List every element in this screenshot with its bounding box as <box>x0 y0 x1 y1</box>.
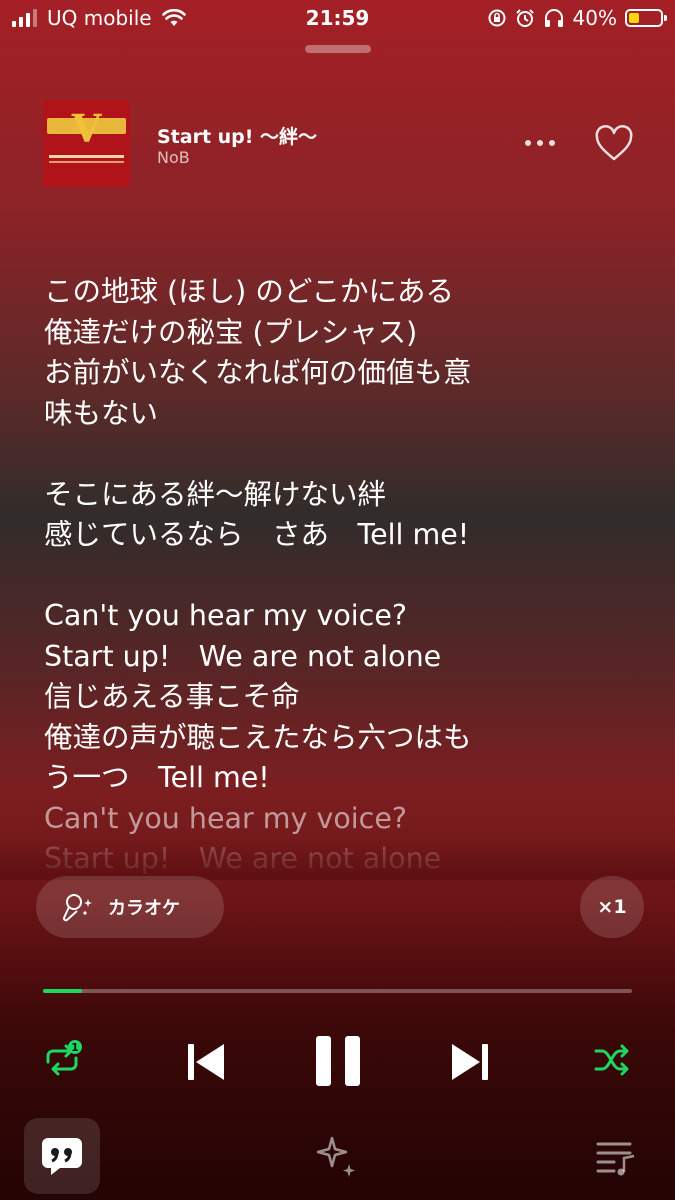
lyric-line[interactable]: 信じあえる事こそ命 <box>44 677 644 718</box>
skip-next-icon <box>452 1044 488 1080</box>
sparkle-icon[interactable] <box>312 1132 362 1182</box>
status-bar: UQ mobile 21:59 40% <box>0 0 675 40</box>
album-cover[interactable]: V <box>43 100 130 187</box>
lyrics-fade <box>0 840 675 880</box>
repeat-icon: 1 <box>46 1040 82 1076</box>
karaoke-button[interactable]: カラオケ <box>36 876 224 938</box>
queue-icon[interactable] <box>594 1134 638 1178</box>
lyric-line[interactable]: この地球 (ほし) のどこかにある <box>44 272 644 313</box>
progress-played <box>43 989 82 993</box>
repeat-badge: 1 <box>71 1041 79 1054</box>
karaoke-label: カラオケ <box>108 898 180 919</box>
skip-previous-icon <box>188 1044 224 1080</box>
lyrics-quote-icon <box>42 1138 82 1175</box>
lyric-line[interactable]: Start up! We are not alone <box>44 637 644 678</box>
shuffle-button[interactable] <box>588 1036 636 1084</box>
heart-icon[interactable] <box>593 124 635 166</box>
lyrics-panel[interactable]: この地球 (ほし) のどこかにある 俺達だけの秘宝 (プレシャス) お前がいなくなれ… <box>44 272 644 880</box>
lyric-line[interactable]: お前がいなくなれば何の価値も意 <box>44 353 644 394</box>
lyric-line[interactable]: 俺達だけの秘宝 (プレシャス) <box>44 313 644 354</box>
sheet-grabber[interactable] <box>305 45 371 53</box>
lyric-line[interactable]: そこにある絆〜解けない絆 <box>44 475 644 516</box>
lyric-line[interactable]: Can't you hear my voice? <box>44 799 644 840</box>
alarm-icon <box>515 9 534 27</box>
headphones-icon <box>544 9 563 27</box>
battery-percent: 40% <box>572 6 617 30</box>
lyric-line[interactable]: 感じているなら さあ Tell me! <box>44 515 644 556</box>
status-right: 40% <box>487 6 667 30</box>
lyric-line[interactable]: う一つ Tell me! <box>44 758 644 799</box>
song-artist[interactable]: NoB <box>157 148 190 167</box>
lyric-line[interactable]: 味もない <box>44 394 644 435</box>
repeat-one-button[interactable]: 1 <box>38 1036 86 1084</box>
previous-button[interactable] <box>180 1036 232 1088</box>
karaoke-mic-icon <box>63 894 92 922</box>
lyrics-gap <box>44 434 644 475</box>
pause-icon <box>316 1036 360 1086</box>
song-title[interactable]: Start up! 〜絆〜 <box>157 122 317 149</box>
lyrics-tab-button[interactable] <box>24 1118 100 1194</box>
rotation-lock-icon <box>488 9 506 27</box>
playback-speed-button[interactable]: ×1 <box>580 876 644 938</box>
progress-bar[interactable] <box>43 989 632 993</box>
lyric-line[interactable]: Can't you hear my voice? <box>44 596 644 637</box>
more-options-icon[interactable] <box>520 128 560 158</box>
battery-icon <box>625 9 667 27</box>
lyric-line[interactable]: 俺達の声が聴こえたなら六つはも <box>44 718 644 759</box>
pause-button[interactable] <box>310 1032 366 1090</box>
lyrics-gap <box>44 556 644 597</box>
next-button[interactable] <box>444 1036 496 1088</box>
shuffle-icon <box>594 1044 629 1076</box>
